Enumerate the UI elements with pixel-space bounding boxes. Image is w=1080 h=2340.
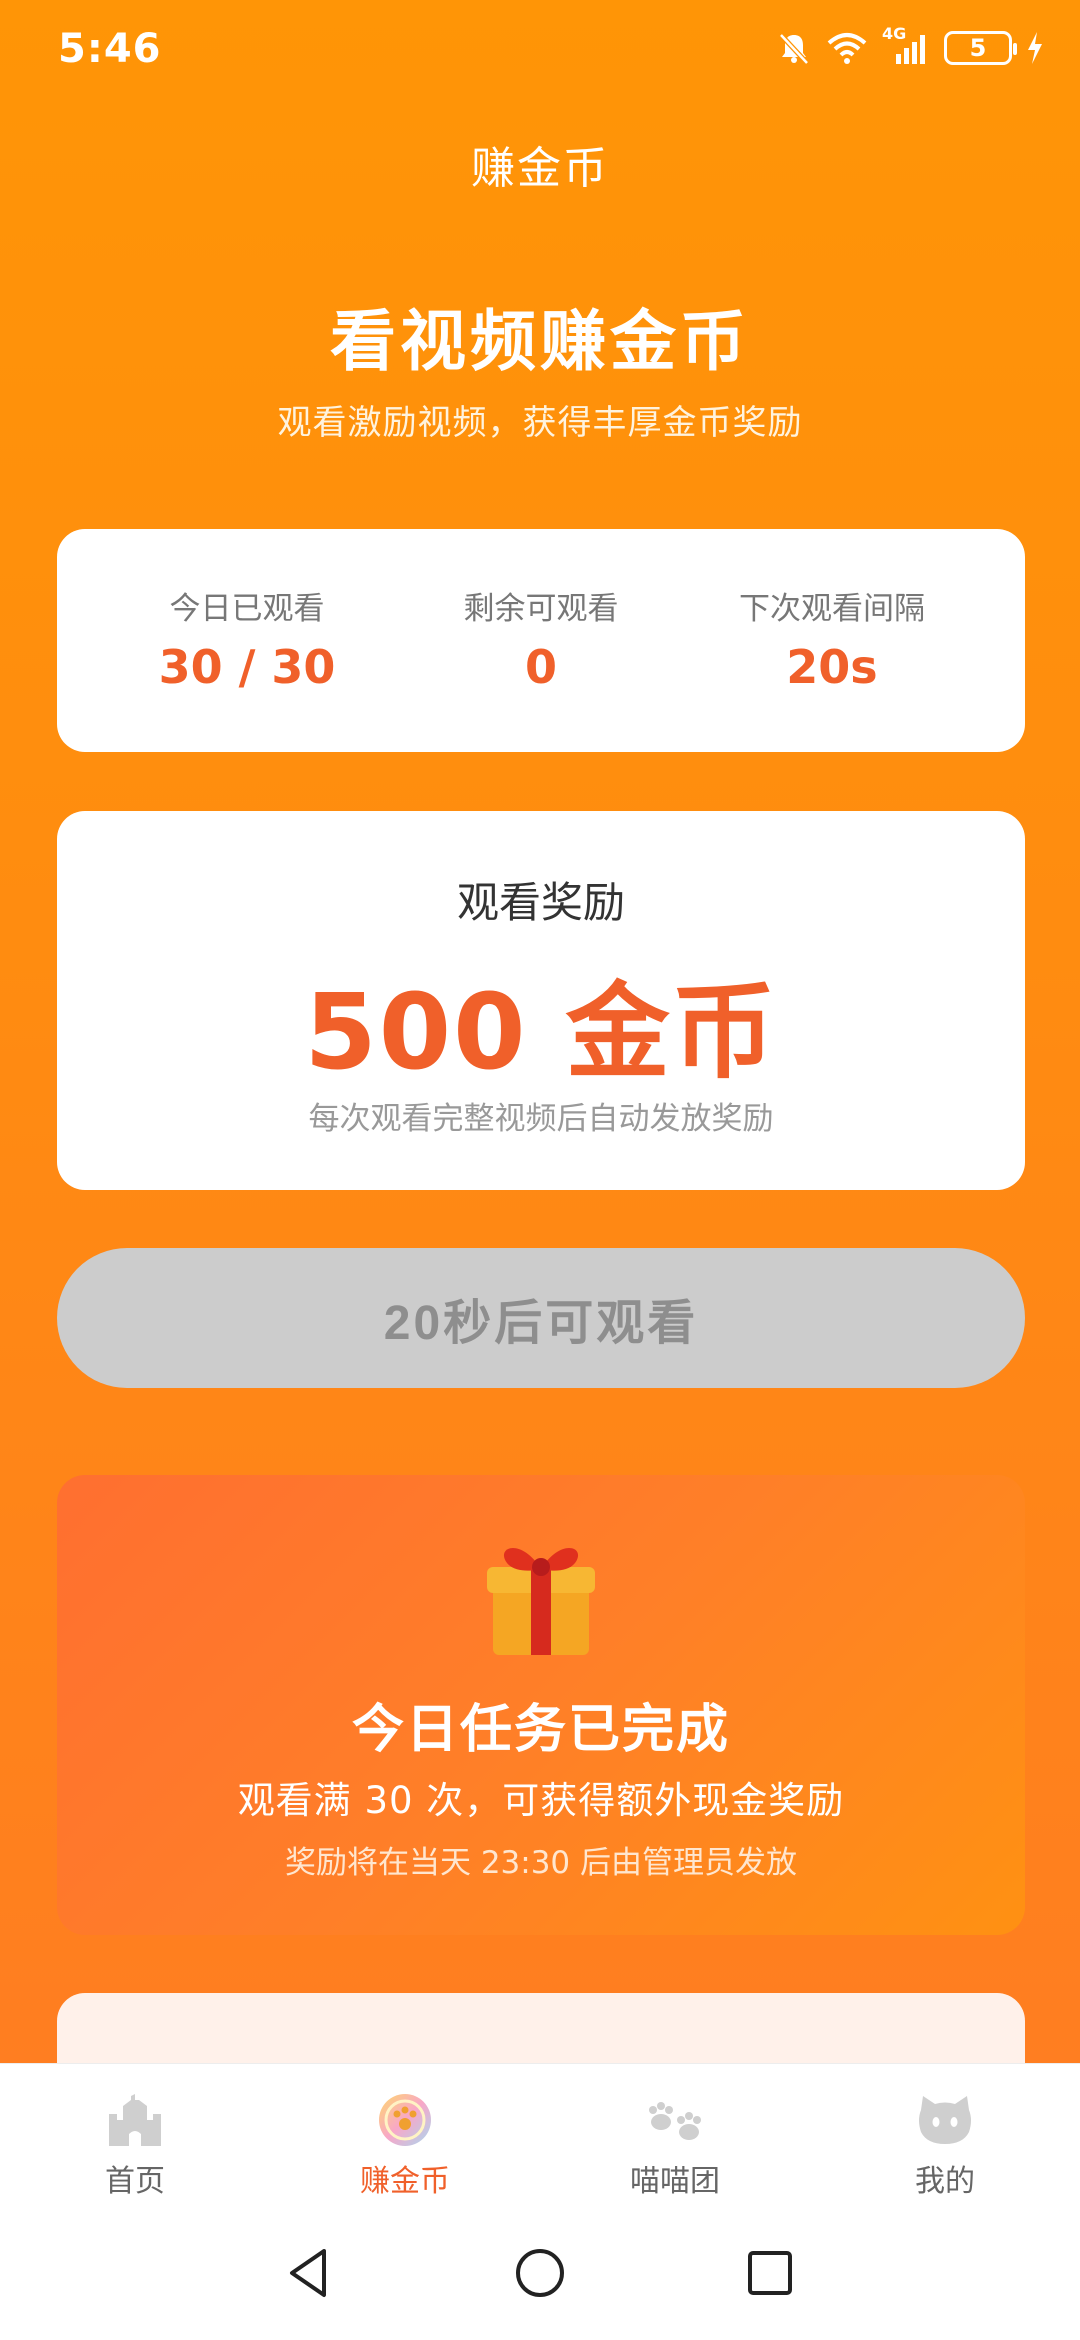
stat-value: 30 / 30	[158, 640, 336, 694]
task-description: 观看满 30 次，可获得额外现金奖励	[237, 1779, 845, 1822]
reward-note: 每次观看完整视频后自动发放奖励	[308, 1101, 774, 1137]
home-circle-icon[interactable]	[510, 2243, 570, 2303]
nav-label: 喵喵团	[630, 2164, 720, 2199]
nav-item-earn-coins[interactable]: 赚金币	[270, 2064, 540, 2204]
reward-label: 观看奖励	[456, 878, 625, 927]
stats-card: 今日已观看 30 / 30 剩余可观看 0 下次观看间隔 20s	[57, 529, 1025, 752]
recents-square-icon[interactable]	[740, 2243, 800, 2303]
reward-card: 观看奖励 500 金币 每次观看完整视频后自动发放奖励	[57, 811, 1025, 1190]
cat-face-icon	[919, 2096, 971, 2144]
system-navigation-bar	[0, 2203, 1080, 2340]
task-note: 奖励将在当天 23:30 后由管理员发放	[284, 1845, 798, 1881]
status-icons: 4G 5	[776, 24, 1044, 66]
stat-watched-today: 今日已观看 30 / 30	[97, 583, 397, 694]
stat-label: 今日已观看	[169, 591, 325, 627]
nav-item-meow-group[interactable]: 喵喵团	[540, 2064, 810, 2204]
nav-label: 首页	[105, 2164, 165, 2199]
screen: 5:46 4G 5 赚金币 看视频赚金币 观看激励视频，获得丰厚金币奖励 今日已…	[0, 0, 1080, 2340]
bottom-navigation: 首页 赚金币 喵喵团 我的	[0, 2063, 1080, 2203]
castle-icon	[109, 2094, 161, 2146]
wifi-icon	[827, 33, 867, 64]
coin-icon	[379, 2094, 431, 2146]
stat-next-interval: 下次观看间隔 20s	[682, 583, 982, 694]
back-icon[interactable]	[280, 2243, 340, 2303]
stat-value: 20s	[786, 640, 878, 694]
paw-icon	[649, 2102, 701, 2140]
nav-label: 赚金币	[360, 2164, 450, 2199]
nav-item-profile[interactable]: 我的	[810, 2064, 1080, 2204]
charging-icon	[1028, 32, 1042, 64]
status-bar: 5:46 4G 5	[0, 0, 1080, 100]
task-complete-card: 今日任务已完成 观看满 30 次，可获得额外现金奖励 奖励将在当天 23:30 …	[57, 1475, 1025, 1935]
nav-item-home[interactable]: 首页	[0, 2064, 270, 2204]
stat-label: 下次观看间隔	[739, 591, 925, 627]
status-time: 5:46	[58, 26, 162, 72]
mute-bell-icon	[779, 33, 809, 65]
stat-remaining: 剩余可观看 0	[391, 583, 691, 694]
cellular-signal-icon: 4G	[882, 24, 930, 66]
hero-title: 看视频赚金币	[330, 303, 750, 380]
nav-label: 我的	[915, 2164, 975, 2199]
stat-value: 0	[524, 640, 557, 694]
reward-amount: 500 金币	[304, 971, 778, 1093]
page-title: 赚金币	[471, 143, 609, 194]
battery-icon: 5	[944, 31, 1017, 65]
watch-video-button[interactable]: 20秒后可观看	[57, 1248, 1025, 1388]
hero-subtitle: 观看激励视频，获得丰厚金币奖励	[277, 403, 803, 443]
stat-label: 剩余可观看	[463, 591, 619, 627]
gift-icon	[487, 1547, 595, 1655]
battery-level: 5	[969, 34, 987, 62]
task-title: 今日任务已完成	[351, 1700, 730, 1760]
